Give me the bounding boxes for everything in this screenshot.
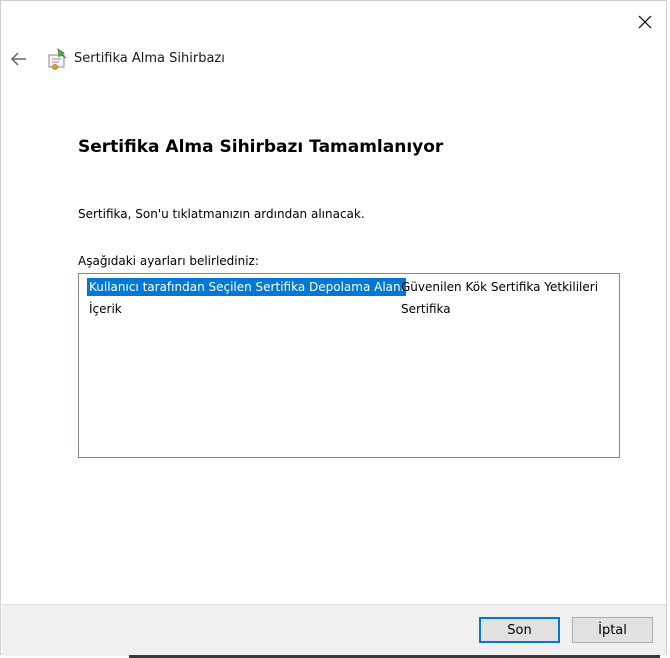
- close-icon: [638, 15, 652, 29]
- back-button[interactable]: [7, 47, 31, 71]
- window-title: Sertifika Alma Sihirbazı: [74, 51, 225, 66]
- settings-row-name: Kullanıcı tarafından Seçilen Sertifika D…: [87, 278, 406, 296]
- cancel-button[interactable]: İptal: [572, 617, 653, 643]
- settings-row-value: Sertifika: [401, 302, 451, 316]
- settings-list-label: Aşağıdaki ayarları belirlediniz:: [78, 254, 259, 268]
- certificate-import-wizard-window: Sertifika Alma Sihirbazı Sertifika Alma …: [0, 0, 667, 656]
- settings-row-value: Güvenilen Kök Sertifika Yetkilileri: [401, 280, 599, 294]
- page-description: Sertifika, Son'u tıklatmanızın ardından …: [78, 207, 365, 221]
- settings-list[interactable]: Kullanıcı tarafından Seçilen Sertifika D…: [78, 273, 620, 458]
- certificate-wizard-icon: [48, 48, 67, 70]
- back-arrow-icon: [10, 52, 26, 66]
- settings-row[interactable]: Kullanıcı tarafından Seçilen Sertifika D…: [85, 278, 613, 296]
- settings-row[interactable]: İçerik Sertifika: [85, 300, 613, 318]
- finish-button[interactable]: Son: [479, 617, 560, 643]
- close-button[interactable]: [627, 7, 663, 37]
- page-heading: Sertifika Alma Sihirbazı Tamamlanıyor: [78, 137, 444, 157]
- settings-row-name: İçerik: [89, 302, 122, 316]
- button-bar: Son İptal: [2, 604, 666, 656]
